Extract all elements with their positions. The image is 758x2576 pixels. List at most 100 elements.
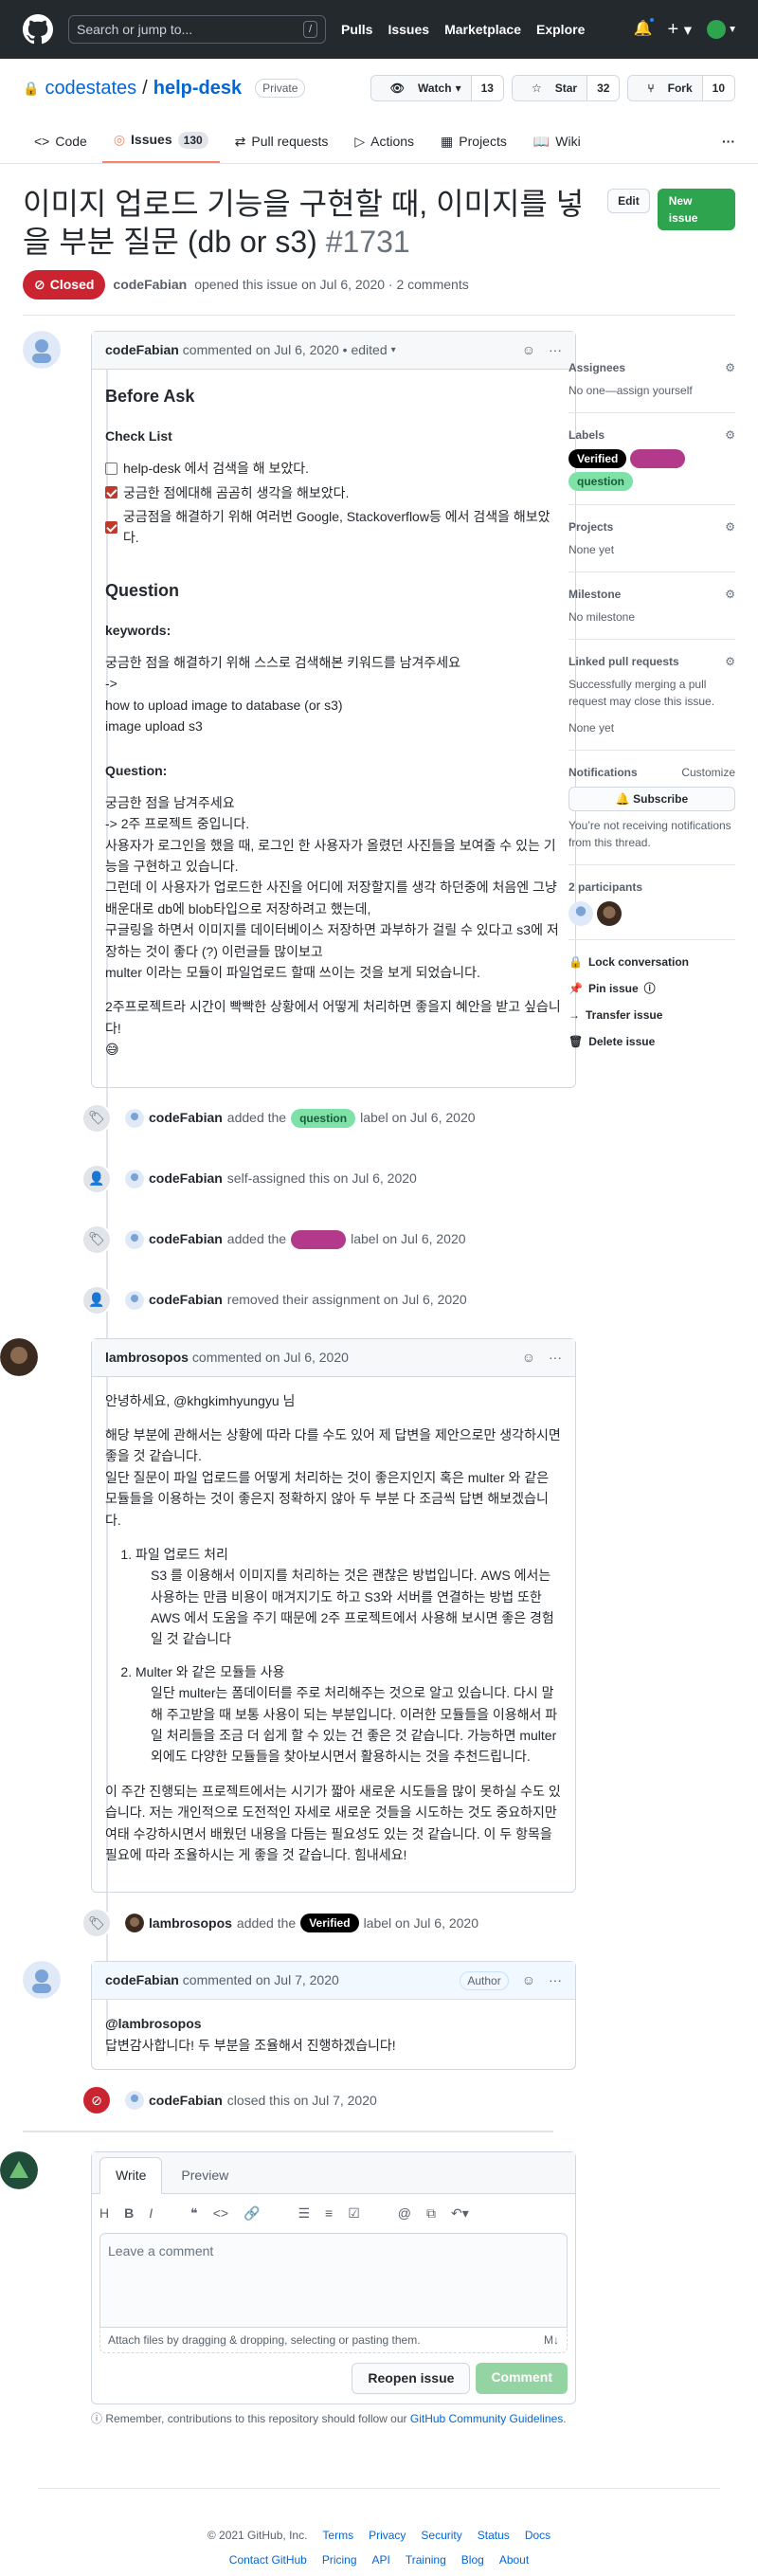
comment-button[interactable]: Comment <box>476 2363 568 2395</box>
issue-author[interactable]: codeFabian <box>113 275 187 295</box>
tab-wiki[interactable]: 📖 Wiki <box>522 132 592 163</box>
tab-preview[interactable]: Preview <box>166 2158 244 2193</box>
chevron-down-icon[interactable]: ▾ <box>391 343 396 357</box>
more-icon[interactable]: ··· <box>722 132 735 163</box>
tab-actions[interactable]: ▷ Actions <box>343 132 425 163</box>
unordered-list-icon[interactable]: ☰ <box>298 2204 310 2223</box>
new-issue-button[interactable]: New issue <box>657 189 735 230</box>
footer-link-terms[interactable]: Terms <box>322 2527 353 2544</box>
event-actor[interactable]: lambrosopos <box>149 1914 232 1933</box>
heading-icon[interactable]: H <box>99 2204 109 2223</box>
nav-marketplace[interactable]: Marketplace <box>444 20 521 40</box>
tab-pull-requests[interactable]: ⇄ Pull requests <box>224 132 340 163</box>
comment-textarea[interactable]: Leave a comment <box>99 2233 568 2329</box>
tab-write[interactable]: Write <box>99 2157 163 2195</box>
kebab-icon[interactable]: ··· <box>549 1348 562 1368</box>
event-actor[interactable]: codeFabian <box>149 1290 223 1310</box>
nav-explore[interactable]: Explore <box>536 20 585 40</box>
reopen-issue-button[interactable]: Reopen issue <box>352 2363 471 2395</box>
sidebar-heading[interactable]: Assignees <box>568 359 625 376</box>
plus-dropdown-icon[interactable]: + ▾ <box>668 15 693 44</box>
avatar[interactable] <box>125 1290 144 1310</box>
avatar[interactable] <box>568 901 593 926</box>
event-actor[interactable]: codeFabian <box>149 1108 223 1128</box>
footer-link-training[interactable]: Training <box>406 2551 446 2568</box>
label-project[interactable]: project <box>630 449 686 468</box>
avatar[interactable] <box>125 1229 144 1249</box>
fork-button[interactable]: ⑂ Fork 10 <box>627 75 735 101</box>
mention-link[interactable]: @lambrosopos <box>105 2016 202 2031</box>
label-question[interactable]: question <box>291 1108 356 1128</box>
link-icon[interactable]: 🔗 <box>244 2204 260 2223</box>
italic-icon[interactable]: I <box>149 2204 153 2223</box>
search-input[interactable]: Search or jump to... / <box>68 15 326 44</box>
sidebar-heading[interactable]: Projects <box>568 518 613 535</box>
quote-icon[interactable]: ❝ <box>190 2204 198 2223</box>
gear-icon[interactable]: ⚙ <box>725 518 735 535</box>
footer-link-pricing[interactable]: Pricing <box>322 2551 357 2568</box>
footer-link-security[interactable]: Security <box>421 2527 461 2544</box>
task-list-icon[interactable]: ☑ <box>348 2204 360 2223</box>
tab-projects[interactable]: ▦ Projects <box>429 132 518 163</box>
sidebar-heading[interactable]: Milestone <box>568 586 621 603</box>
smiley-icon[interactable]: ☺ <box>522 1348 535 1368</box>
attach-files-bar[interactable]: Attach files by dragging & dropping, sel… <box>99 2328 568 2354</box>
nav-pulls[interactable]: Pulls <box>341 20 372 40</box>
footer-link-privacy[interactable]: Privacy <box>369 2527 406 2544</box>
markdown-icon[interactable]: M↓ <box>544 2331 559 2349</box>
label-project[interactable]: project <box>291 1229 347 1249</box>
repo-owner-link[interactable]: codestates <box>45 74 136 102</box>
avatar[interactable] <box>125 2091 144 2111</box>
tab-issues[interactable]: ◎ Issues 130 <box>101 130 220 163</box>
delete-issue-action[interactable]: 🗑 Delete issue <box>568 1033 735 1050</box>
nav-issues[interactable]: Issues <box>388 20 429 40</box>
avatar[interactable] <box>0 1337 38 1376</box>
avatar[interactable] <box>125 1914 144 1933</box>
footer-link-docs[interactable]: Docs <box>525 2527 550 2544</box>
kebab-icon[interactable]: ··· <box>549 340 562 360</box>
comment-author[interactable]: codeFabian <box>105 1970 179 1990</box>
footer-link-contact[interactable]: Contact GitHub <box>229 2551 307 2568</box>
avatar[interactable] <box>23 331 61 369</box>
gear-icon[interactable]: ⚙ <box>725 359 735 376</box>
watch-button[interactable]: 👁 Watch ▾ 13 <box>370 75 504 101</box>
label-question[interactable]: question <box>568 472 633 491</box>
customize-link[interactable]: Customize <box>681 764 735 781</box>
sidebar-value[interactable]: No one—assign yourself <box>568 382 735 399</box>
star-count[interactable]: 32 <box>587 76 620 100</box>
avatar[interactable] <box>23 1961 61 2000</box>
code-icon[interactable]: <> <box>213 2204 228 2223</box>
footer-link-about[interactable]: About <box>499 2551 529 2568</box>
label-verified[interactable]: Verified <box>568 449 627 468</box>
gear-icon[interactable]: ⚙ <box>725 653 735 670</box>
footer-link-api[interactable]: API <box>372 2551 390 2568</box>
subscribe-button[interactable]: 🔔 Subscribe <box>568 787 735 811</box>
cross-reference-icon[interactable]: ⧉ <box>426 2204 436 2223</box>
avatar[interactable] <box>597 901 622 926</box>
pin-issue-action[interactable]: 📌 Pin issue ⓘ <box>568 980 735 997</box>
watch-count[interactable]: 13 <box>470 76 503 100</box>
event-actor[interactable]: codeFabian <box>149 1229 223 1249</box>
tab-code[interactable]: <> Code <box>23 132 99 163</box>
smiley-icon[interactable]: ☺ <box>522 340 535 360</box>
smiley-icon[interactable]: ☺ <box>522 1970 535 1990</box>
repo-name-link[interactable]: help-desk <box>153 74 242 102</box>
lock-conversation-action[interactable]: 🔒 Lock conversation <box>568 953 735 971</box>
avatar[interactable] <box>0 2151 38 2190</box>
reply-icon[interactable]: ↶▾ <box>451 2204 469 2223</box>
bold-icon[interactable]: B <box>124 2204 134 2223</box>
mention-icon[interactable]: @ <box>398 2204 411 2223</box>
sidebar-heading[interactable]: Labels <box>568 426 605 444</box>
event-actor[interactable]: codeFabian <box>149 1169 223 1188</box>
avatar[interactable] <box>125 1169 144 1188</box>
avatar[interactable]: ▾ <box>707 20 735 39</box>
fork-count[interactable]: 10 <box>701 76 734 100</box>
github-logo-icon[interactable] <box>23 14 53 45</box>
gear-icon[interactable]: ⚙ <box>725 586 735 603</box>
kebab-icon[interactable]: ··· <box>549 1970 562 1990</box>
star-button[interactable]: ☆ Star 32 <box>511 75 621 101</box>
event-actor[interactable]: codeFabian <box>149 2091 223 2111</box>
comment-author[interactable]: lambrosopos <box>105 1348 189 1368</box>
comment-author[interactable]: codeFabian <box>105 340 179 360</box>
bell-icon[interactable]: 🔔 <box>634 16 656 41</box>
